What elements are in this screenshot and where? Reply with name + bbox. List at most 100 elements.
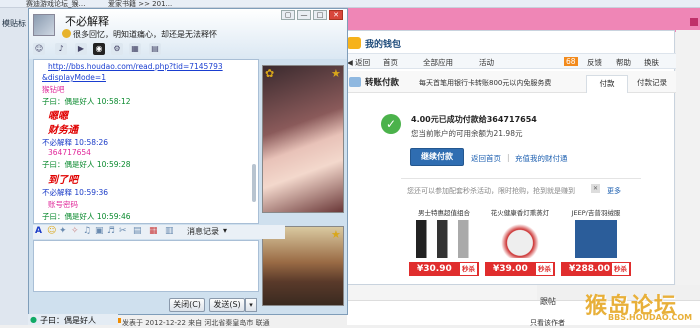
chevron-down-icon[interactable]: ▾ <box>223 226 227 235</box>
message-line: 到了吧 <box>48 175 78 186</box>
browser-sidebar <box>0 8 30 325</box>
message-line: 子曰：偶是好人 10:59:28 <box>42 160 131 169</box>
video-icon[interactable]: ▶ <box>75 43 87 55</box>
message-line: 子曰：偶是好人 10:59:46 <box>42 212 131 221</box>
font-icon[interactable]: A <box>35 226 42 236</box>
maximize-button[interactable]: □ <box>313 10 327 20</box>
emoji-icon[interactable]: ☺ <box>47 226 56 236</box>
success-check-icon: ✓ <box>381 114 401 134</box>
close-button[interactable]: 关闭(C) <box>169 298 205 312</box>
voice-message-icon[interactable]: ♫ <box>83 226 91 236</box>
send-button[interactable]: 发送(S) <box>209 298 245 312</box>
product-title: JEEP/吉普羽绒服 <box>571 209 621 217</box>
message-line: 账号密码 <box>48 200 78 209</box>
promo-text: 您还可以参加配套秒杀活动，限时抢购，抢到就是赚到 <box>407 187 575 195</box>
transfer-icon <box>349 77 361 87</box>
red-packet-icon[interactable]: ▦ <box>149 226 158 236</box>
forum-author-only-link[interactable]: 只看该作者 <box>530 318 565 328</box>
music-icon[interactable]: ♬ <box>107 226 115 236</box>
send-options-button[interactable]: ▾ <box>245 298 257 312</box>
star-icon: ★ <box>331 67 341 80</box>
star-icon: ★ <box>331 228 341 241</box>
message-line[interactable]: http://bbs.houdao.com/read.php?tid=71457… <box>48 62 223 71</box>
chat-toolbar: ☺ ♪ ▶ ◉ ⚙ ▦ ▤ <box>31 43 191 57</box>
chat-history-icon[interactable]: ▥ <box>165 226 174 236</box>
browser-tab-bar: 赛迪游戏论坛_猴… 爱家书籍 >> 201... <box>0 0 700 8</box>
return-home-link[interactable]: 返回首页 <box>471 153 501 164</box>
close-window-button[interactable]: ✕ <box>329 10 343 20</box>
nav-all-apps[interactable]: 全部应用 <box>423 57 453 68</box>
contact-name: 不必解释 <box>65 15 109 28</box>
status-name: 子曰：偶是好人 <box>40 316 96 325</box>
tab-pay[interactable]: 付款 <box>586 75 628 93</box>
balance-message: 您当前账户的可用余额为21.98元 <box>411 129 523 138</box>
nav-count-badge: 68 <box>564 57 578 66</box>
message-line: 财务通 <box>48 125 78 136</box>
wallet-nav-bar: ◀ 返回 首页 全部应用 活动 68 反馈 帮助 换肤 <box>341 53 676 69</box>
message-line: 子曰：偶是好人 10:58:12 <box>42 97 131 106</box>
product-image <box>561 220 631 258</box>
continue-pay-button[interactable]: 继续付款 <box>410 148 464 166</box>
product-price: ¥288.00 秒杀 <box>561 262 631 276</box>
contact-show-image: ✿ ★ <box>262 65 344 213</box>
chat-status-bar: ● 子曰：偶是好人 <box>28 314 118 325</box>
message-line: 猴钻吧 <box>42 85 65 94</box>
flash-sale-tag: 秒杀 <box>536 263 553 275</box>
post-meta: 发表于 2012-12-22 来自 河北省秦皇岛市 联通 <box>122 319 270 327</box>
mic-icon[interactable]: ♪ <box>55 43 67 55</box>
gift-icon[interactable]: ▤ <box>133 226 142 236</box>
nav-home[interactable]: 首页 <box>383 57 398 68</box>
wallet-panel: 我的钱包 ◀ 返回 首页 全部应用 活动 68 反馈 帮助 换肤 转账付款 每天… <box>340 30 676 285</box>
message-line: 不必解释 10:58:26 <box>42 138 109 147</box>
watermark-url: BBS.HOUDAO.COM <box>608 313 693 322</box>
avatar[interactable] <box>33 14 55 36</box>
recharge-link[interactable]: 充值我的财付通 <box>515 153 568 164</box>
product-image <box>485 220 555 258</box>
message-input[interactable] <box>33 240 259 292</box>
magic-emoji-icon[interactable]: ✦ <box>59 226 67 236</box>
wallet-logo-icon <box>347 37 361 49</box>
format-toolbar: A ☺ ✦ ✧ ♫ ▣ ♬ ✂ ▤ ▦ ▥ 消息记录 ▾ <box>33 225 285 239</box>
share-icon[interactable]: ⚙ <box>111 43 123 55</box>
message-history-button[interactable]: 消息记录 <box>187 226 219 237</box>
message-line: 不必解释 10:59:36 <box>42 188 109 197</box>
nav-skin[interactable]: 换肤 <box>644 57 659 68</box>
nav-activity[interactable]: 活动 <box>479 57 494 68</box>
message-line: 嗯嗯 <box>48 111 68 122</box>
tab-pay-records[interactable]: 付款记录 <box>630 75 674 93</box>
nav-back[interactable]: ◀ 返回 <box>347 57 370 68</box>
more-icon[interactable]: ▤ <box>149 43 161 55</box>
flash-sale-tag: 秒杀 <box>460 263 477 275</box>
signature-icon <box>62 29 71 38</box>
promo-more-link[interactable]: 更多 <box>607 186 621 196</box>
product-card[interactable]: 花火健康香灯熏蒸灯 ¥39.00 秒杀 <box>485 207 555 276</box>
forum-reply-label[interactable]: 跟帖 <box>540 296 556 307</box>
flower-icon: ✿ <box>265 67 275 80</box>
window-controls: ▢ — □ ✕ <box>279 9 347 20</box>
forum-header-bar <box>347 8 700 32</box>
contact-signature: 很多回忆，明知道痛心，却还是无法释怀 <box>73 30 217 39</box>
screenshot-icon[interactable]: ✂ <box>119 226 127 236</box>
image-icon[interactable]: ▣ <box>95 226 104 236</box>
banner-ad[interactable]: 每天首笔用银行卡转账800元以内免服务费 <box>419 78 551 88</box>
app-icon[interactable]: ▦ <box>129 43 141 55</box>
nav-help[interactable]: 帮助 <box>616 57 631 68</box>
people-icon[interactable]: ☺ <box>33 43 45 55</box>
shake-icon[interactable]: ✧ <box>71 226 79 236</box>
forum-tab-icon[interactable] <box>690 18 698 26</box>
message-line[interactable]: &displayMode=1 <box>42 73 106 82</box>
product-price: ¥39.00 秒杀 <box>485 262 555 276</box>
product-title: 男士特惠超值组合 <box>418 209 470 217</box>
product-card[interactable]: 男士特惠超值组合 ¥30.90 秒杀 <box>409 207 479 276</box>
product-card[interactable]: JEEP/吉普羽绒服 ¥288.00 秒杀 <box>561 207 631 276</box>
link-separator: | <box>507 153 510 162</box>
close-icon[interactable]: ✕ <box>591 184 600 193</box>
photo-icon[interactable]: ◉ <box>93 43 105 55</box>
minimize-button[interactable]: — <box>297 10 311 20</box>
sidebar-label: 模贴标 <box>2 19 26 28</box>
chat-message-area[interactable]: http://bbs.houdao.com/read.php?tid=71457… <box>33 59 259 224</box>
skin-button[interactable]: ▢ <box>281 10 295 20</box>
chat-header: 不必解释 很多回忆，明知道痛心，却还是无法释怀 ▢ — □ ✕ ☺ ♪ ▶ ◉ … <box>29 9 347 59</box>
nav-feedback[interactable]: 反馈 <box>587 57 602 68</box>
scrollbar-thumb[interactable] <box>252 164 256 202</box>
